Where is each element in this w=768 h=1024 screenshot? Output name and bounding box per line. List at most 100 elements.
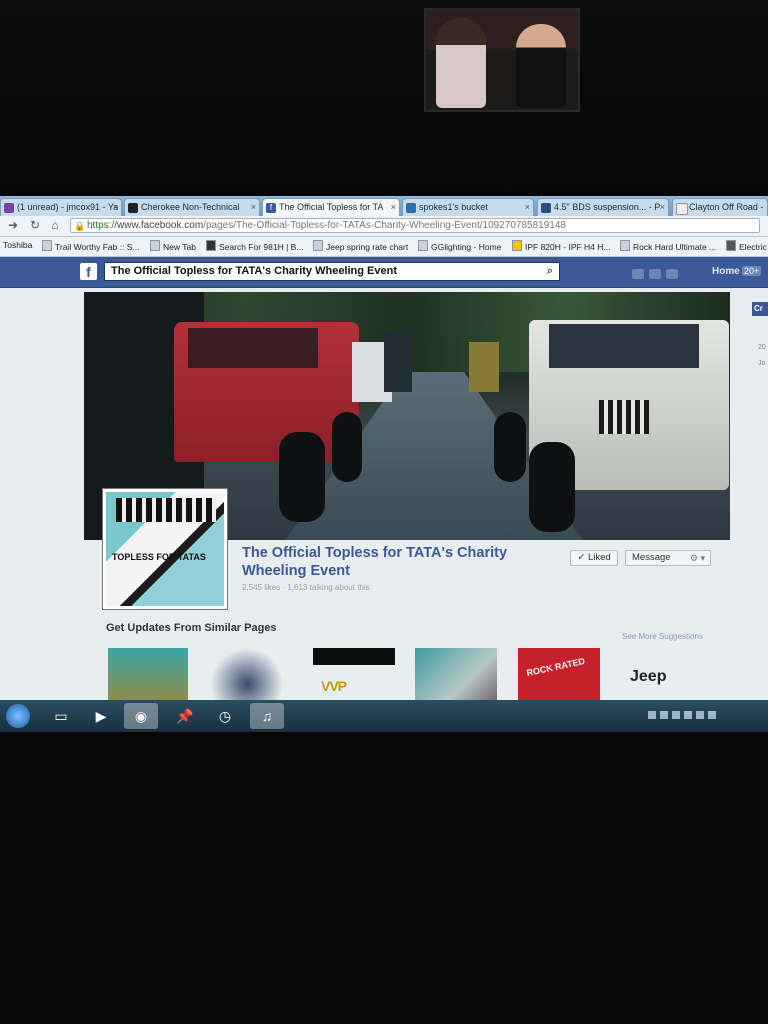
bookmark-label: Trail Worthy Fab :: S... [55,242,140,252]
tab-cherokee[interactable]: Cherokee Non-Technical × [124,198,260,216]
message-label: Message [632,552,671,563]
home-link[interactable]: Home [712,266,740,277]
bookmark-label: Jeep spring rate chart [326,242,409,252]
liked-button[interactable]: ✓ Liked [570,550,618,566]
itunes-icon[interactable]: ♫ [250,703,284,729]
check-icon: ✓ [577,552,586,563]
jeep-forum-icon [128,203,138,213]
profile-grille-graphic [116,498,216,522]
room-background [0,0,768,200]
sidebar-number: Jo [758,360,766,367]
electric-icon [726,240,736,251]
page-icon [620,240,630,251]
suggestion-logo-text: ROCK RATED [525,655,586,679]
sidebar-number: 20 [758,344,766,351]
tab-photobucket[interactable]: spokes1's bucket × [402,198,534,216]
webcam-person-left [436,18,486,108]
profile-logo-text: TOPLESS FOR TATAS [112,552,206,562]
cover-windshield [549,324,699,368]
suggestion-thumbnail[interactable] [415,648,497,708]
page-title[interactable]: The Official Topless for TATA's Charity … [242,544,572,580]
page-icon [313,240,323,251]
suggestion-thumbnail[interactable]: VVP [313,648,395,708]
create-button[interactable]: Cr [752,302,768,316]
bookmark[interactable]: Trail Worthy Fab :: S... [42,240,140,252]
reload-icon[interactable]: ↻ [28,218,42,232]
cover-tire [332,412,362,482]
page-icon [150,240,160,251]
message-button[interactable]: Message ⚙ ▾ [625,550,711,566]
home-count-badge: 20+ [742,266,762,276]
page-content: TOPLESS FOR TATAS The Official Topless f… [0,288,768,708]
suggestion-thumbnail[interactable]: ROCK RATED [518,648,600,708]
close-icon[interactable]: × [113,199,118,216]
suggestion-thumbnail[interactable] [108,648,188,708]
network-icon[interactable] [684,711,692,719]
address-bar[interactable]: 🔒 https://www.facebook.com/pages/The-Offi… [70,218,760,233]
bookmark-label: Search For 981H | B... [219,242,304,252]
tab-bds-suspension[interactable]: 4.5" BDS suspension... - P × [537,198,669,216]
media-player-icon[interactable]: ▶ [84,703,118,729]
forward-icon[interactable]: ➜ [6,218,20,232]
cover-tire [279,432,325,522]
cover-dark-jeep [384,332,412,392]
bookmark[interactable]: Electric [726,240,767,252]
home-icon[interactable]: ⌂ [48,218,62,232]
notifications-icon[interactable] [666,269,678,279]
close-icon[interactable]: × [391,199,396,216]
chrome-icon[interactable]: ◉ [124,703,158,729]
yahoo-icon [4,203,14,213]
tab-label: spokes1's bucket [419,202,488,212]
ipf-icon [512,240,522,251]
facebook-header: f The Official Topless for TATA's Charit… [0,257,768,288]
navigation-bar: ➜ ↻ ⌂ 🔒 https://www.facebook.com/pages/Th… [0,216,768,237]
explorer-icon[interactable]: ▭ [44,703,78,729]
tab-label: The Official Topless for TA [279,202,384,212]
facebook-logo-icon[interactable]: f [80,263,97,280]
lock-icon: 🔒 [74,221,86,231]
tab-strip: (1 unread) - jmcox91 - Ya × Cherokee Non… [0,196,768,216]
page-stats: 2,545 likes · 1,613 talking about this [242,583,370,592]
bookmark[interactable]: GGlighting - Home [418,240,501,252]
suggestion-thumbnail[interactable] [210,648,284,708]
close-icon[interactable]: × [251,199,256,216]
messages-icon[interactable] [649,269,661,279]
pin-icon[interactable]: 📌 [168,703,202,729]
facebook-icon: f [266,203,276,213]
bookmark[interactable]: Rock Hard Ultimate ... [620,240,716,252]
tray-icon[interactable] [672,711,680,719]
close-icon[interactable]: × [525,199,530,216]
bookmark[interactable]: Search For 981H | B... [206,240,303,252]
page-icon [42,240,52,251]
clock-app-icon[interactable]: ◷ [208,703,242,729]
bookmark[interactable]: Toshiba [3,240,32,250]
vbulletin-icon [541,203,551,213]
friend-requests-icon[interactable] [632,269,644,279]
see-more-link[interactable]: See More Suggestions [622,632,703,641]
start-button-icon[interactable] [6,704,30,728]
search-icon[interactable]: ⌕ [547,263,553,280]
bookmark[interactable]: New Tab [150,240,196,252]
profile-picture[interactable]: TOPLESS FOR TATAS [102,488,228,610]
tab-label: (1 unread) - jmcox91 - Ya [17,202,119,212]
sidebar-numbers: 20 Jo [758,340,766,372]
tab-yahoo-mail[interactable]: (1 unread) - jmcox91 - Ya × [0,198,122,216]
suggestion-logo-text: Jeep [630,668,667,685]
bookmark[interactable]: IPF 820H - IPF H4 H... [512,240,611,252]
tray-icon[interactable] [648,711,656,719]
gear-icon[interactable]: ⚙ ▾ [690,551,705,565]
monitor-screen: (1 unread) - jmcox91 - Ya × Cherokee Non… [0,196,768,732]
tray-icon[interactable] [708,711,716,719]
url-scheme: https:// [87,220,118,231]
page-icon [676,203,688,215]
close-icon[interactable]: × [660,199,665,216]
tray-icon[interactable] [660,711,668,719]
volume-icon[interactable] [696,711,704,719]
search-value: The Official Topless for TATA's Charity … [111,265,397,277]
windows-taskbar: ▭ ▶ ◉ 📌 ◷ ♫ [0,700,768,732]
bookmark[interactable]: Jeep spring rate chart [313,240,408,252]
tab-clayton[interactable]: Clayton Off Road - [672,198,768,216]
facebook-search-input[interactable]: The Official Topless for TATA's Charity … [104,262,560,281]
tab-facebook[interactable]: f The Official Topless for TA × [262,198,400,216]
bookmark-label: Electric [739,242,767,252]
